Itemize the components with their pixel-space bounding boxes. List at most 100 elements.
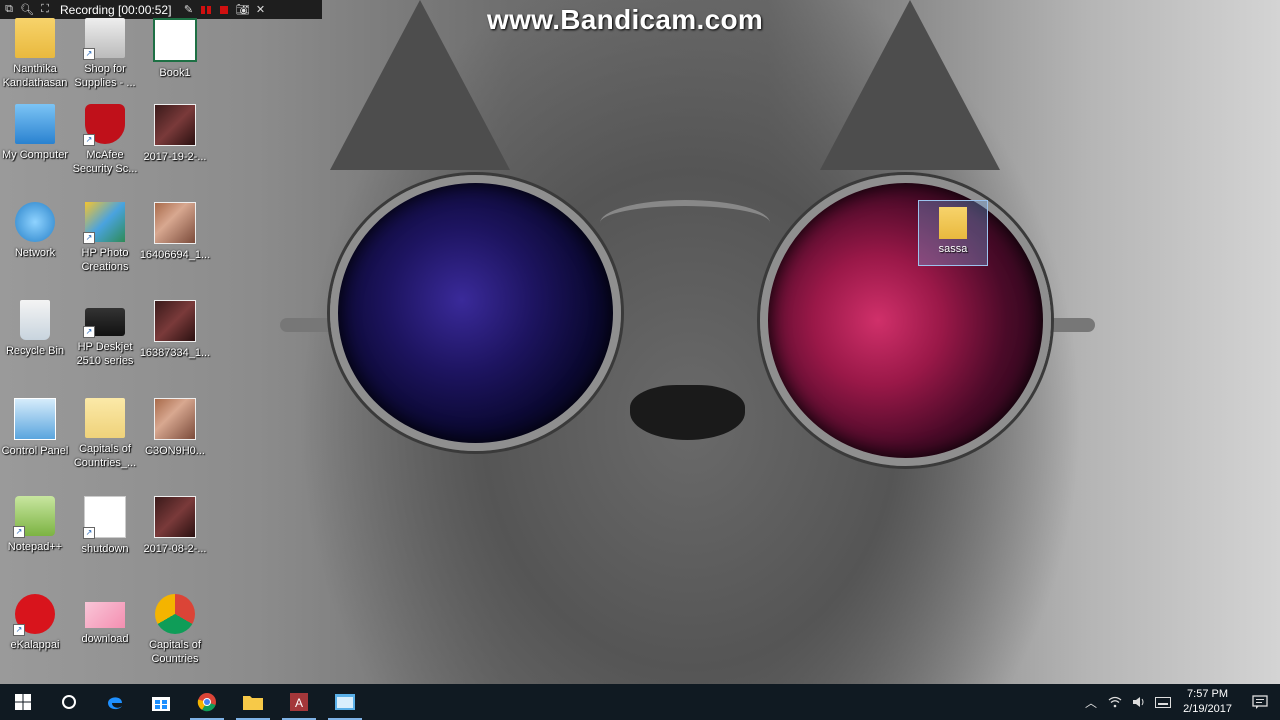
desktop-icon-label: C3ON9H0... — [145, 445, 205, 457]
desktop-icon-label: 16387334_1... — [139, 347, 211, 359]
clock-time: 7:57 PM — [1187, 688, 1229, 700]
recording-toolbar: ⧉ 🔍︎ ⛶ Recording [00:00:52] ✎ 📷︎ ✕ — [0, 0, 322, 19]
volume-icon[interactable] — [1127, 684, 1151, 720]
network-icon — [15, 202, 55, 242]
desktop-icon[interactable]: Capitals of Countries_... — [69, 398, 141, 470]
desktop-icon-label: Book1 — [159, 67, 191, 79]
search-icon[interactable]: 🔍︎ — [18, 0, 36, 19]
stop-icon[interactable] — [215, 0, 233, 19]
photo-icon — [154, 496, 196, 538]
photo-icon — [154, 104, 196, 146]
pause-icon[interactable] — [197, 0, 215, 19]
cat-nose — [630, 385, 745, 440]
chevron-up-icon[interactable]: ︿ — [1079, 684, 1103, 720]
desktop-icon-label: 2017-08-2-... — [143, 543, 207, 555]
shutdown-icon: ↗ — [83, 496, 126, 539]
taskbar-app-window[interactable] — [322, 684, 368, 720]
desktop-icon[interactable]: ↗ Shop for Supplies - ... — [69, 18, 141, 90]
desktop-icon[interactable]: ↗ HP Deskjet 2510 series — [69, 300, 141, 368]
start-button[interactable] — [0, 684, 46, 720]
taskbar-file-explorer[interactable] — [230, 684, 276, 720]
desktop-icon[interactable]: Control Panel — [0, 398, 71, 458]
hp-photo-icon: ↗ — [83, 202, 125, 244]
desktop-icon[interactable]: ↗ McAfee Security Sc... — [69, 104, 141, 176]
desktop-icon-label: McAfee Security Sc... — [72, 149, 138, 175]
desktop-icon[interactable]: 16406694_1... — [139, 202, 211, 262]
desktop-icon-sassa[interactable]: sassa — [918, 200, 988, 266]
computer-icon — [15, 104, 55, 144]
desktop-icon-label: eKalappai — [10, 639, 60, 651]
clock[interactable]: 7:57 PM 2/19/2017 — [1175, 687, 1240, 717]
desktop-icon[interactable]: ↗ eKalappai — [0, 594, 71, 652]
desktop-icon[interactable]: C3ON9H0... — [139, 398, 211, 458]
control-panel-icon — [14, 398, 56, 440]
camera-icon[interactable]: 📷︎ — [233, 0, 251, 19]
desktop-icon[interactable]: 2017-19-2-... — [139, 104, 211, 164]
taskbar-edge[interactable] — [92, 684, 138, 720]
shortcut-arrow-icon: ↗ — [83, 232, 95, 244]
desktop-icon[interactable]: Nanthika Kandathasan — [0, 18, 71, 90]
desktop-icon-label: 2017-19-2-... — [143, 151, 207, 163]
fullscreen-icon[interactable]: ⛶ — [36, 0, 54, 19]
desktop-icon-label: HP Photo Creations — [81, 247, 129, 273]
shortcut-arrow-icon: ↗ — [83, 326, 95, 338]
desktop-icon-label: My Computer — [1, 149, 69, 161]
desktop-icon[interactable]: Capitals of Countries — [139, 594, 211, 666]
wifi-icon[interactable] — [1103, 684, 1127, 720]
desktop-icon-label: Recycle Bin — [5, 345, 65, 357]
desktop-icon-label: Notepad++ — [7, 541, 63, 553]
desktop-icon[interactable]: Recycle Bin — [0, 300, 71, 358]
keyboard-icon[interactable] — [1151, 684, 1175, 720]
desktop-icon[interactable]: ↗ shutdown — [69, 496, 141, 556]
ekalappai-icon: ↗ — [13, 594, 55, 636]
cat-ear-left — [330, 0, 510, 170]
folder-icon — [85, 398, 125, 438]
cortana-button[interactable] — [46, 684, 92, 720]
close-icon[interactable]: ✕ — [251, 0, 269, 19]
chrome-icon — [197, 693, 216, 712]
desktop-icon[interactable]: ↗ Notepad++ — [0, 496, 71, 554]
desktop-icon[interactable]: Network — [0, 202, 71, 260]
folder-icon — [939, 207, 967, 239]
glasses-arm-left — [280, 318, 335, 332]
photo-icon — [154, 202, 196, 244]
cat-ear-right — [820, 0, 1000, 170]
user-folder-icon — [15, 18, 55, 58]
taskbar-store[interactable] — [138, 684, 184, 720]
desktop-icon[interactable]: My Computer — [0, 104, 71, 162]
desktop-icon-label: Capitals of Countries — [149, 639, 201, 665]
svg-text:A: A — [295, 696, 303, 710]
desktop-icon-label: HP Deskjet 2510 series — [76, 341, 134, 367]
desktop-icon[interactable]: Book1 — [139, 18, 211, 80]
desktop-icon[interactable]: 2017-08-2-... — [139, 496, 211, 556]
app-window-icon — [335, 694, 355, 710]
recording-status: Recording [00:00:52] — [60, 2, 172, 17]
windows-logo-icon — [15, 694, 31, 710]
store-icon — [152, 697, 170, 711]
taskbar: A ︿ 7:57 PM 2/19/2017 — [0, 684, 1280, 720]
printer-icon: ↗ — [83, 308, 125, 338]
desktop-icon[interactable]: 16387334_1... — [139, 300, 211, 360]
clock-date: 2/19/2017 — [1183, 703, 1232, 715]
edge-icon — [108, 697, 122, 710]
glasses-bridge — [600, 200, 770, 246]
shortcut-arrow-icon: ↗ — [83, 527, 95, 539]
cortana-icon — [62, 695, 76, 709]
pencil-icon[interactable]: ✎ — [179, 0, 197, 19]
glasses-lens-right — [760, 175, 1051, 466]
photo-icon — [154, 398, 196, 440]
photo-icon — [154, 300, 196, 342]
desktop-icon[interactable]: download — [69, 594, 141, 646]
desktop-icon-label: sassa — [938, 243, 968, 255]
desktop-icon-label: 16406694_1... — [139, 249, 211, 261]
printer-shop-icon: ↗ — [83, 18, 125, 60]
taskbar-access[interactable]: A — [276, 684, 322, 720]
desktop-icon-label: download — [81, 633, 129, 645]
notifications-icon[interactable] — [1240, 684, 1280, 720]
shortcut-arrow-icon: ↗ — [83, 48, 95, 60]
shortcut-arrow-icon: ↗ — [13, 624, 25, 636]
window-mode-icon[interactable]: ⧉ — [0, 0, 18, 19]
mcafee-icon: ↗ — [83, 104, 125, 146]
taskbar-chrome[interactable] — [184, 684, 230, 720]
desktop-icon[interactable]: ↗ HP Photo Creations — [69, 202, 141, 274]
